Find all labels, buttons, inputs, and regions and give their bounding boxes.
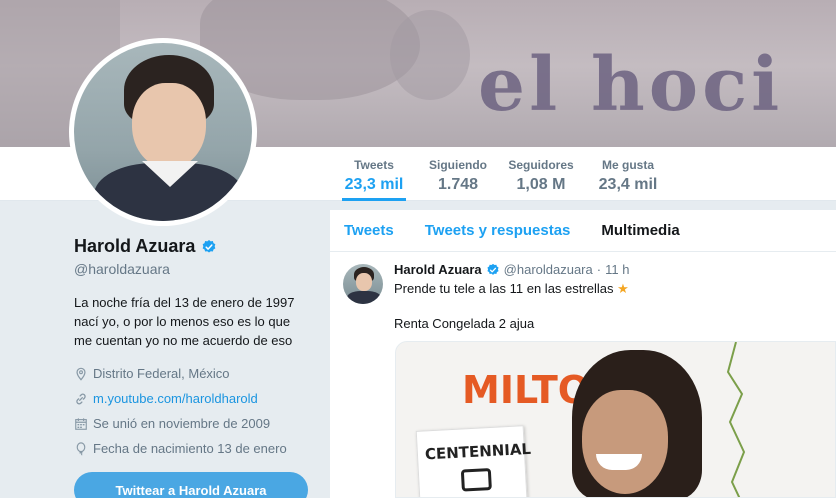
avatar-image	[74, 43, 252, 221]
joined-row: Se unió en noviembre de 2009	[74, 414, 314, 433]
birthday-row: Fecha de nacimiento 13 de enero	[74, 439, 314, 458]
stat-label: Me gusta	[601, 158, 654, 172]
stat-followers[interactable]: Seguidores 1,08 M	[506, 147, 576, 201]
profile-card: Harold Azuara @haroldazuara La noche frí…	[74, 236, 314, 498]
stat-following[interactable]: Siguiendo 1.748	[426, 147, 490, 201]
joined-text: Se unió en noviembre de 2009	[93, 416, 271, 431]
stat-label: Siguiendo	[429, 158, 487, 172]
stat-tweets[interactable]: Tweets 23,3 mil	[342, 147, 406, 201]
tab-media[interactable]: Multimedia	[601, 222, 679, 239]
tweet-text-line-2: Renta Congelada 2 ajua	[394, 316, 535, 331]
tweet-author-name[interactable]: Harold Azuara	[394, 262, 482, 277]
camera-icon	[460, 468, 492, 492]
tweet-text: Prende tu tele a las 11 en las estrellas…	[394, 280, 836, 297]
profile-name[interactable]: Harold Azuara	[74, 236, 195, 257]
birthday-text: Fecha de nacimiento 13 de enero	[93, 441, 287, 456]
profile-bio: La noche fría del 13 de enero de 1997 na…	[74, 295, 295, 348]
media-card-text: CENTENNIAL	[424, 439, 532, 464]
location-text: Distrito Federal, México	[93, 366, 230, 381]
stat-value: 1.748	[437, 176, 479, 193]
website-link[interactable]: m.youtube.com/haroldharold	[93, 391, 258, 406]
tweet-text-line: Prende tu tele a las 11 en las estrellas	[394, 281, 614, 296]
stat-value: 23,4 mil	[598, 176, 658, 193]
website-row: m.youtube.com/haroldharold	[74, 389, 314, 408]
tweet-item[interactable]: Harold Azuara @haroldazuara · 11 h Prend…	[330, 252, 836, 331]
tweet-separator: ·	[596, 262, 602, 277]
tweet-header: Harold Azuara @haroldazuara · 11 h	[394, 262, 836, 277]
stat-label: Seguidores	[508, 158, 574, 172]
verified-badge-icon	[203, 239, 216, 253]
banner-text: el hoci	[478, 42, 784, 128]
timeline: Tweets Tweets y respuestas Multimedia Ha…	[330, 210, 836, 498]
profile-avatar[interactable]	[69, 38, 257, 226]
tab-tweets-replies[interactable]: Tweets y respuestas	[425, 222, 571, 239]
location-pin-icon	[76, 367, 86, 381]
media-person-face	[582, 390, 668, 494]
stat-label: Tweets	[354, 158, 394, 172]
tweet-avatar[interactable]	[343, 264, 383, 304]
stat-value: 1,08 M	[516, 176, 566, 193]
tweet-author-handle[interactable]: @haroldazuara	[504, 262, 593, 277]
calendar-icon	[75, 417, 87, 430]
stat-value: 23,3 mil	[344, 176, 404, 193]
star-emoji-icon: ★	[617, 281, 629, 296]
stat-likes[interactable]: Me gusta 23,4 mil	[592, 147, 664, 201]
location-row: Distrito Federal, México	[74, 364, 314, 383]
banner-decoration	[390, 10, 470, 100]
media-card: CENTENNIAL	[415, 425, 532, 497]
verified-badge-icon	[487, 263, 499, 275]
media-crack-decoration	[726, 342, 746, 497]
balloon-icon	[76, 441, 86, 455]
tweet-timestamp[interactable]: 11 h	[605, 262, 629, 277]
tweet-media-image[interactable]: MILTON CENTENNIAL	[395, 341, 836, 498]
tab-tweets[interactable]: Tweets	[344, 222, 394, 239]
link-icon	[76, 393, 86, 404]
timeline-tabs: Tweets Tweets y respuestas Multimedia	[330, 210, 836, 252]
tweet-to-button[interactable]: Twittear a Harold Azuara	[74, 472, 308, 498]
profile-handle[interactable]: @haroldazuara	[74, 261, 314, 277]
